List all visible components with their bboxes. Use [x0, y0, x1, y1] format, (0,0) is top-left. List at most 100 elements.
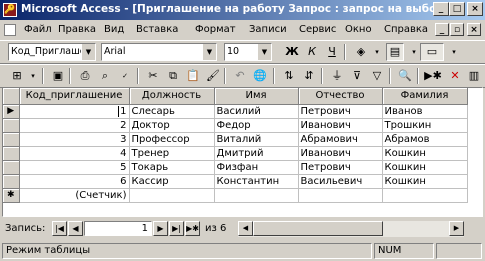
size-combo[interactable]: 10 ▼: [224, 43, 272, 61]
previous-record-button[interactable]: ◀: [68, 221, 83, 236]
cell-position[interactable]: Доктор: [129, 118, 215, 133]
current-record-icon[interactable]: ▶: [3, 104, 20, 119]
print-icon[interactable]: ⎙: [76, 67, 94, 85]
undo-icon[interactable]: ↶: [231, 67, 249, 85]
last-record-button[interactable]: ▶|: [169, 221, 184, 236]
next-record-button[interactable]: ▶: [153, 221, 168, 236]
document-icon[interactable]: [4, 24, 16, 36]
print-preview-icon[interactable]: ⌕: [96, 67, 114, 85]
delete-record-icon[interactable]: ✕: [446, 67, 464, 85]
doc-restore-button[interactable]: ▫: [450, 23, 464, 36]
paste-icon[interactable]: 📋: [184, 67, 202, 85]
cell-first-name[interactable]: Федор: [214, 118, 299, 133]
cell-first-name[interactable]: [214, 188, 299, 203]
filter-by-selection-icon[interactable]: ⏚: [328, 67, 346, 85]
new-record-button[interactable]: ▶✱: [185, 221, 200, 236]
cell-last-name[interactable]: Кошкин: [382, 160, 468, 175]
chevron-down-icon[interactable]: ▼: [202, 44, 216, 60]
cell-position[interactable]: [129, 188, 215, 203]
underline-button[interactable]: Ч: [323, 43, 341, 61]
font-combo[interactable]: Arial ▼: [101, 43, 217, 61]
menu-window[interactable]: Окно: [345, 24, 372, 35]
column-header-last-name[interactable]: Фамилия: [382, 88, 468, 105]
table-row[interactable]: 4 Тренер Дмитрий Иванович Кошкин: [3, 146, 468, 161]
chevron-down-icon[interactable]: ▾: [24, 67, 42, 85]
cell-middle-name[interactable]: Петрович: [298, 160, 383, 175]
cell-id-autonumber[interactable]: (Счетчик): [19, 188, 130, 203]
cell-first-name[interactable]: Константин: [214, 174, 299, 189]
cell-position[interactable]: Токарь: [129, 160, 215, 175]
cell-position[interactable]: Профессор: [129, 132, 215, 147]
cell-middle-name[interactable]: Васильевич: [298, 174, 383, 189]
sort-ascending-icon[interactable]: ⇅: [280, 67, 298, 85]
row-selector[interactable]: [3, 146, 20, 161]
cell-id[interactable]: 3: [19, 132, 130, 147]
spelling-icon[interactable]: ✓: [116, 67, 134, 85]
cell-middle-name[interactable]: Иванович: [298, 146, 383, 161]
special-effect-icon[interactable]: ▭: [420, 43, 444, 61]
cell-id[interactable]: 2: [19, 118, 130, 133]
doc-minimize-button[interactable]: _: [435, 23, 449, 36]
table-row[interactable]: ▶ 1 Слесарь Василий Петрович Иванов: [3, 104, 468, 119]
cell-last-name[interactable]: [382, 188, 468, 203]
menu-view[interactable]: Вид: [104, 24, 124, 35]
menu-edit[interactable]: Правка: [58, 24, 96, 35]
current-record-input[interactable]: 1: [84, 221, 152, 236]
cell-position[interactable]: Кассир: [129, 174, 215, 189]
cell-middle-name[interactable]: [298, 188, 383, 203]
maximize-button[interactable]: □: [449, 2, 465, 16]
cell-middle-name[interactable]: Иванович: [298, 118, 383, 133]
scroll-left-icon[interactable]: ◀: [238, 221, 253, 236]
cell-middle-name[interactable]: Петрович: [298, 104, 383, 119]
scroll-thumb[interactable]: [253, 221, 383, 236]
format-painter-icon[interactable]: 🖌: [204, 67, 222, 85]
sort-descending-icon[interactable]: ⇵: [300, 67, 318, 85]
bold-button[interactable]: Ж: [283, 43, 301, 61]
table-row[interactable]: 2 Доктор Федор Иванович Трошкин: [3, 118, 468, 133]
table-row[interactable]: 6 Кассир Константин Васильевич Кошкин: [3, 174, 468, 189]
menu-records[interactable]: Записи: [249, 24, 287, 35]
apply-filter-icon[interactable]: ▽: [368, 67, 386, 85]
hyperlink-icon[interactable]: 🌐: [251, 67, 269, 85]
cell-middle-name[interactable]: Абрамович: [298, 132, 383, 147]
copy-icon[interactable]: ⧉: [164, 67, 182, 85]
menu-tools[interactable]: Сервис: [299, 24, 336, 35]
cell-first-name[interactable]: Василий: [214, 104, 299, 119]
row-selector[interactable]: [3, 118, 20, 133]
select-all-cell[interactable]: [3, 88, 20, 105]
first-record-button[interactable]: |◀: [52, 221, 67, 236]
database-window-icon[interactable]: ▥: [465, 67, 483, 85]
minimize-button[interactable]: _: [433, 2, 449, 16]
save-icon[interactable]: ▣: [49, 67, 67, 85]
column-header-middle-name[interactable]: Отчество: [298, 88, 383, 105]
new-record-row[interactable]: ✱ (Счетчик): [3, 188, 468, 203]
doc-close-button[interactable]: ×: [467, 23, 481, 36]
italic-button[interactable]: К: [303, 43, 321, 61]
row-selector[interactable]: [3, 132, 20, 147]
cell-last-name[interactable]: Абрамов: [382, 132, 468, 147]
cell-id[interactable]: 1: [19, 104, 130, 119]
cell-id[interactable]: 6: [19, 174, 130, 189]
new-record-icon[interactable]: ✱: [3, 188, 20, 203]
cell-last-name[interactable]: Трошкин: [382, 118, 468, 133]
new-record-icon[interactable]: ▶✱: [424, 67, 442, 85]
close-button[interactable]: ×: [467, 2, 483, 16]
menu-file[interactable]: Файл: [24, 24, 52, 35]
cell-last-name[interactable]: Иванов: [382, 104, 468, 119]
table-row[interactable]: 3 Профессор Виталий Абрамович Абрамов: [3, 132, 468, 147]
chevron-down-icon[interactable]: ▼: [81, 44, 95, 60]
chevron-down-icon[interactable]: ▾: [445, 43, 463, 61]
cell-last-name[interactable]: Кошкин: [382, 174, 468, 189]
cell-first-name[interactable]: Дмитрий: [214, 146, 299, 161]
find-icon[interactable]: 🔍: [396, 67, 414, 85]
filter-by-form-icon[interactable]: ⊽: [348, 67, 366, 85]
cell-position[interactable]: Слесарь: [129, 104, 215, 119]
cell-first-name[interactable]: Виталий: [214, 132, 299, 147]
row-selector[interactable]: [3, 160, 20, 175]
cell-id[interactable]: 5: [19, 160, 130, 175]
menu-insert[interactable]: Вставка: [136, 24, 178, 35]
chevron-down-icon[interactable]: ▾: [368, 43, 386, 61]
table-row[interactable]: 5 Токарь Физфан Петрович Кошкин: [3, 160, 468, 175]
cell-first-name[interactable]: Физфан: [214, 160, 299, 175]
cell-position[interactable]: Тренер: [129, 146, 215, 161]
